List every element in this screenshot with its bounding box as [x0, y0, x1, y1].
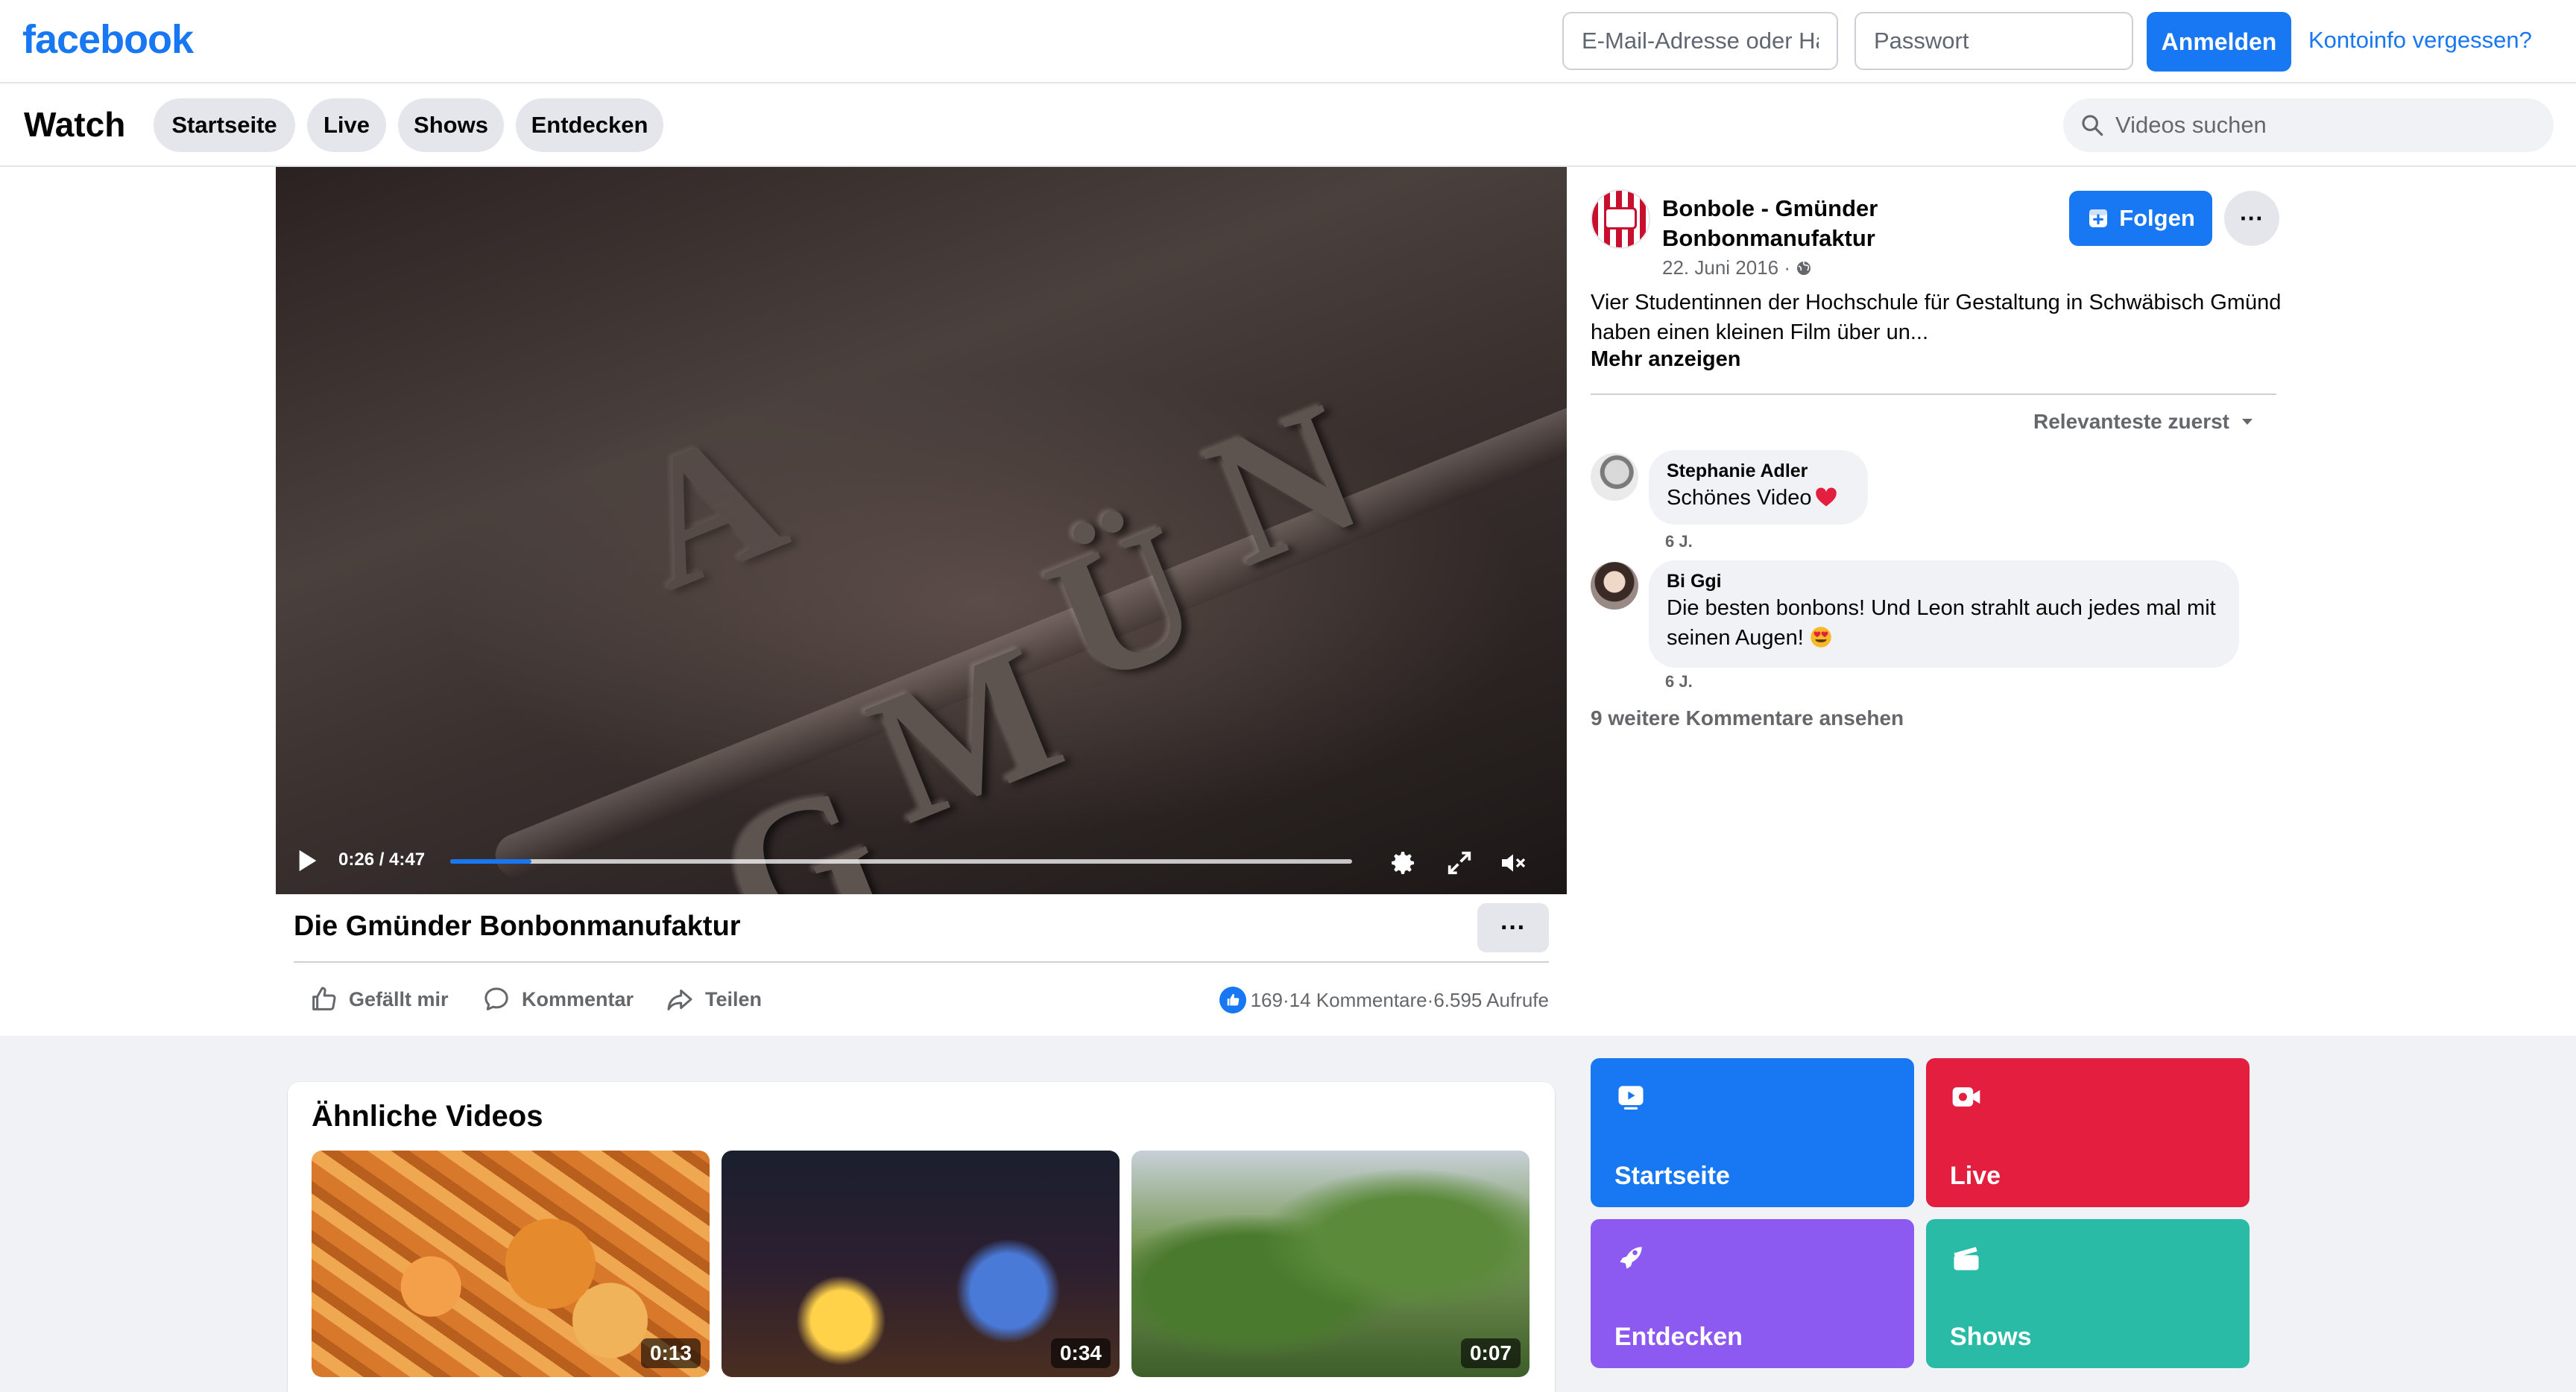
follow-button[interactable]: Folgen: [2069, 191, 2212, 246]
muted-volume-icon[interactable]: [1498, 848, 1528, 878]
share-icon: [667, 989, 692, 1010]
video-duration: 0:13: [640, 1338, 701, 1368]
thumbs-up-icon: [312, 987, 336, 1010]
heart-eyes-emoji-icon: [1811, 627, 1831, 648]
tile-startseite[interactable]: Startseite: [1591, 1058, 1914, 1207]
video-progress-bar[interactable]: [450, 859, 1352, 864]
similar-videos-title: Ähnliche Videos: [312, 1100, 543, 1133]
heart-emoji-icon: [1815, 487, 1837, 507]
password-field[interactable]: [1854, 12, 2133, 70]
post-description: Vier Studentinnen der Hochschule für Ges…: [1591, 291, 2282, 344]
video-progress-fill: [450, 859, 531, 864]
comment-bubble: Stephanie Adler Schönes Video: [1649, 450, 1868, 525]
comment-icon: [484, 987, 508, 1010]
tile-live[interactable]: Live: [1926, 1058, 2250, 1207]
comment-author[interactable]: Bi Ggi: [1667, 569, 2221, 593]
see-more-link[interactable]: Mehr anzeigen: [1591, 347, 1740, 372]
like-label: Gefällt mir: [349, 987, 449, 1010]
watch-nav-bar: Watch Startseite Live Shows Entdecken Vi…: [0, 83, 2576, 167]
watch-title[interactable]: Watch: [24, 104, 125, 145]
video-duration: 0:07: [1460, 1338, 1521, 1368]
clapperboard-icon: [1954, 1247, 1979, 1271]
similar-videos-card: Ähnliche Videos 0:13 0:34 0:07: [288, 1082, 1555, 1392]
tile-entdecken[interactable]: Entdecken: [1591, 1219, 1914, 1368]
share-button[interactable]: Teilen: [665, 982, 762, 1016]
video-title: Die Gmünder Bonbonmanufaktur: [294, 911, 741, 942]
video-thumbnail[interactable]: 0:13: [312, 1151, 710, 1377]
tab-startseite[interactable]: Startseite: [154, 98, 295, 152]
comment-time[interactable]: 6 J.: [1665, 672, 1693, 692]
video-thumbnail[interactable]: 0:34: [722, 1151, 1120, 1377]
forgot-account-link[interactable]: Kontoinfo vergessen?: [2308, 27, 2532, 54]
post-date[interactable]: 22. Juni 2016 ·: [1662, 256, 1813, 279]
video-controls: 0:26 / 4:47: [276, 827, 1567, 894]
share-label: Teilen: [705, 987, 763, 1010]
login-button[interactable]: Anmelden: [2147, 12, 2291, 72]
comment-author[interactable]: Stephanie Adler: [1667, 459, 1850, 483]
video-time: 0:26 / 4:47: [338, 850, 426, 870]
tab-entdecken[interactable]: Entdecken: [516, 98, 663, 152]
like-reaction-icon[interactable]: [1219, 987, 1246, 1013]
video-stats: 169 · 14 Kommentare · 6.595 Aufrufe: [1219, 987, 1549, 1013]
comment-time[interactable]: 6 J.: [1665, 532, 1693, 551]
page-avatar[interactable]: [1591, 189, 1650, 249]
video-player[interactable]: G M Ü N A 0:26 / 4:47: [276, 167, 1567, 894]
globe-icon: [1797, 261, 1811, 275]
video-frame: G M Ü N A: [488, 173, 1567, 894]
tab-shows[interactable]: Shows: [398, 98, 504, 152]
commenter-avatar[interactable]: [1591, 562, 1638, 610]
video-more-button[interactable]: ···: [1477, 903, 1549, 952]
view-count: 6.595 Aufrufe: [1433, 988, 1549, 1011]
video-home-icon: [1618, 1086, 1644, 1110]
comment-text: Die besten bonbons! Und Leon strahlt auc…: [1667, 596, 2216, 650]
page-name[interactable]: Bonbole - Gmünder Bonbonmanufaktur: [1662, 194, 1960, 253]
video-thumbnail[interactable]: 0:07: [1131, 1151, 1530, 1377]
facebook-logo[interactable]: facebook: [22, 16, 194, 63]
view-more-comments-link[interactable]: 9 weitere Kommentare ansehen: [1591, 706, 1904, 730]
comment-label: Kommentar: [522, 987, 634, 1010]
video-search-input[interactable]: Videos suchen: [2063, 98, 2554, 152]
email-field[interactable]: [1562, 12, 1838, 70]
page-more-button[interactable]: ···: [2224, 191, 2279, 246]
settings-icon[interactable]: [1388, 848, 1418, 878]
fullscreen-icon[interactable]: [1445, 848, 1474, 878]
video-duration: 0:34: [1050, 1338, 1111, 1368]
comment-count[interactable]: 14 Kommentare: [1289, 989, 1427, 1012]
commenter-avatar[interactable]: [1591, 453, 1638, 501]
caret-down-icon: [2242, 419, 2253, 425]
rocket-icon: [1620, 1247, 1642, 1269]
live-video-icon: [1952, 1087, 1980, 1107]
follow-icon: [2089, 209, 2108, 227]
like-count[interactable]: 169: [1251, 989, 1283, 1012]
divider: [294, 961, 1549, 963]
comment-bubble: Bi Ggi Die besten bonbons! Und Leon stra…: [1649, 560, 2239, 668]
search-placeholder: Videos suchen: [2115, 112, 2267, 138]
divider: [1591, 393, 2276, 395]
tab-live[interactable]: Live: [307, 98, 386, 152]
tile-shows[interactable]: Shows: [1926, 1219, 2250, 1368]
play-icon[interactable]: [297, 848, 319, 873]
top-bar: facebook Anmelden Kontoinfo vergessen?: [0, 0, 2576, 83]
comment-button[interactable]: Kommentar: [482, 982, 634, 1016]
comment-sort-dropdown[interactable]: Relevanteste zuerst: [2033, 410, 2255, 434]
search-icon: [2082, 115, 2103, 136]
like-button[interactable]: Gefällt mir: [309, 982, 449, 1016]
comment-text: Schönes Video: [1667, 483, 1850, 513]
